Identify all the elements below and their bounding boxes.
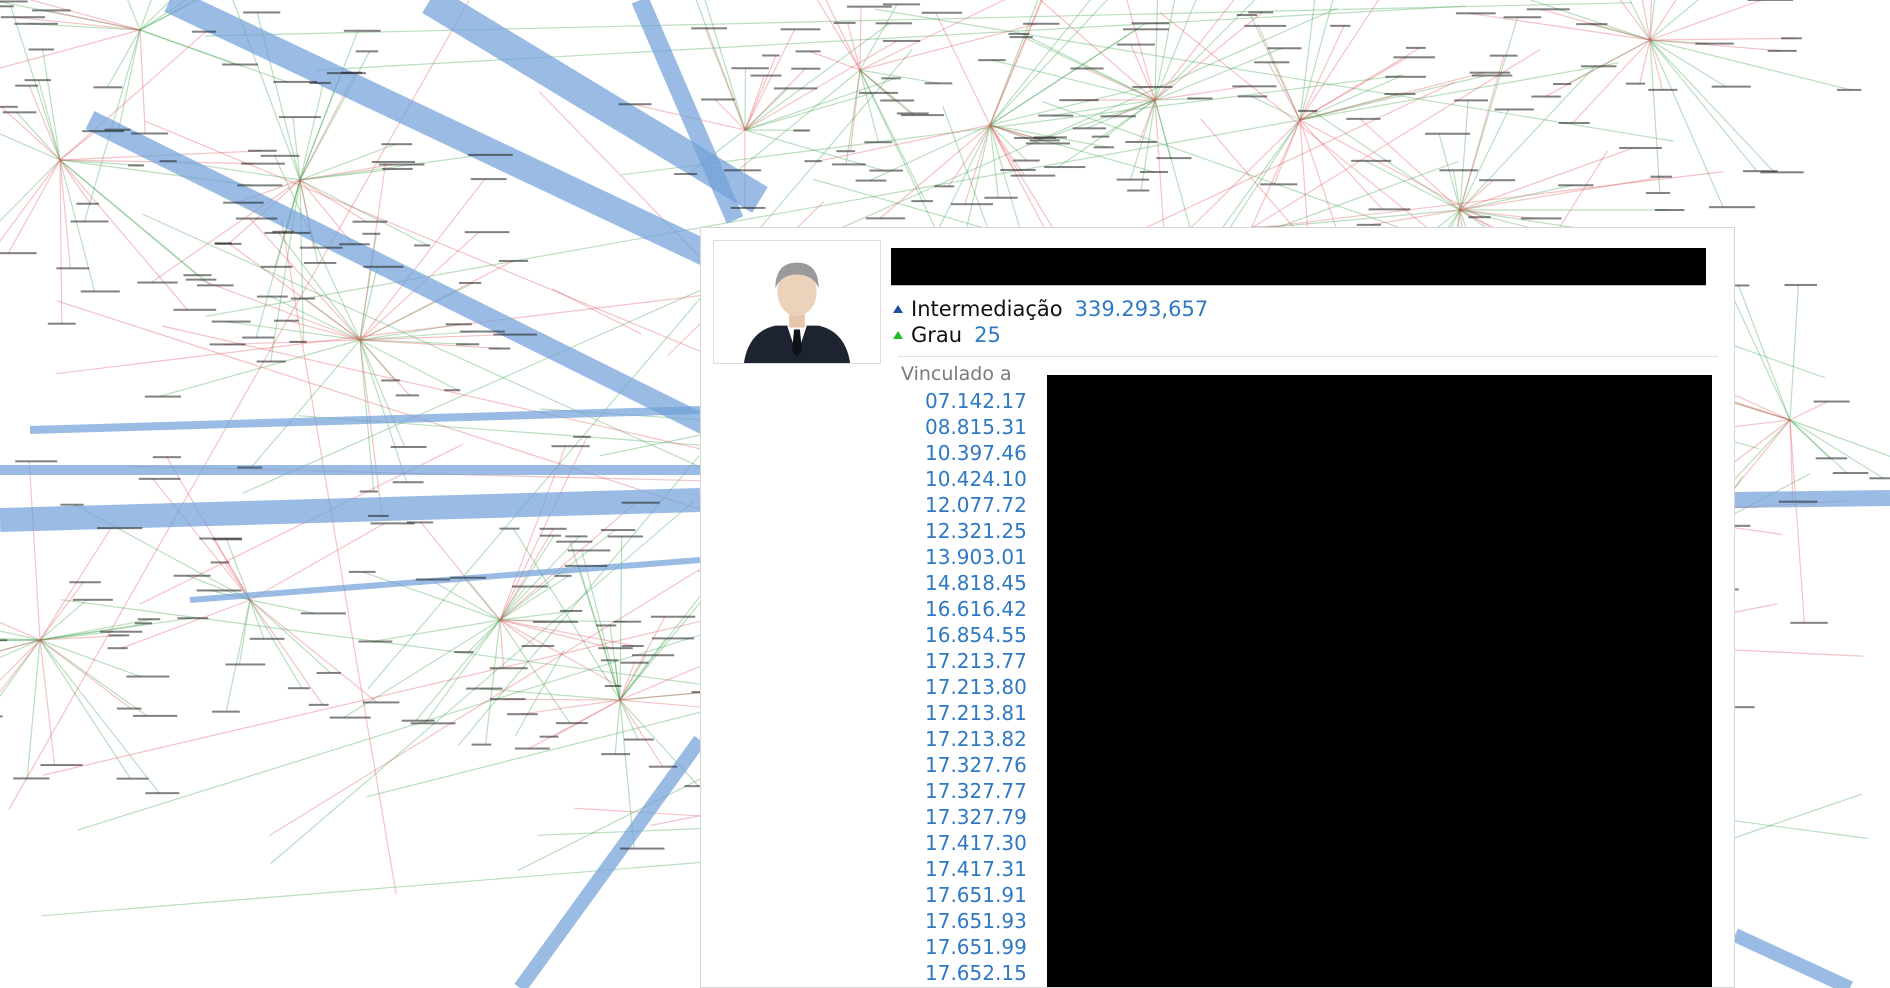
linked-item[interactable]: 13.903.01 <box>925 544 1027 570</box>
divider <box>898 356 1718 357</box>
linked-item[interactable]: 14.818.45 <box>925 570 1027 596</box>
node-info-popup: Intermediação 339.293,657 Grau 25 Vincul… <box>700 227 1735 988</box>
redacted-linked-names <box>1047 375 1712 987</box>
linked-item[interactable]: 17.652.15 <box>925 960 1027 986</box>
linked-item[interactable]: 16.854.55 <box>925 622 1027 648</box>
triangle-up-green-icon <box>893 331 903 339</box>
metric-value[interactable]: 339.293,657 <box>1075 296 1209 322</box>
metric-label: Intermediação <box>911 297 1063 321</box>
linked-item[interactable]: 12.077.72 <box>925 492 1027 518</box>
redacted-name <box>891 248 1706 286</box>
linked-item[interactable]: 17.327.79 <box>925 804 1027 830</box>
linked-title: Vinculado a <box>901 363 1012 385</box>
linked-item[interactable]: 07.142.17 <box>925 388 1027 414</box>
linked-item[interactable]: 16.616.42 <box>925 596 1027 622</box>
linked-item[interactable]: 17.651.93 <box>925 908 1027 934</box>
linked-item[interactable]: 17.213.81 <box>925 700 1027 726</box>
linked-item[interactable]: 12.321.25 <box>925 518 1027 544</box>
linked-list: 07.142.17 08.815.31 10.397.46 10.424.10 12.0… <box>925 388 1027 987</box>
linked-item[interactable]: 17.213.77 <box>925 648 1027 674</box>
metric-grau: Grau 25 <box>891 322 1208 348</box>
metrics: Intermediação 339.293,657 Grau 25 <box>891 296 1208 348</box>
metric-label: Grau <box>911 323 963 347</box>
linked-item[interactable]: 17.327.76 <box>925 752 1027 778</box>
linked-item[interactable]: 17.651.99 <box>925 934 1027 960</box>
metric-value[interactable]: 25 <box>974 322 1001 348</box>
linked-item[interactable]: 17.417.30 <box>925 830 1027 856</box>
linked-item[interactable]: 17.417.31 <box>925 856 1027 882</box>
avatar <box>713 240 881 364</box>
linked-item[interactable]: 17.213.80 <box>925 674 1027 700</box>
linked-item[interactable]: 10.424.10 <box>925 466 1027 492</box>
metric-intermediacao: Intermediação 339.293,657 <box>891 296 1208 322</box>
person-avatar-icon <box>743 262 851 363</box>
linked-item[interactable]: 17.327.77 <box>925 778 1027 804</box>
triangle-up-blue-icon <box>893 305 903 313</box>
linked-item[interactable]: 17.651.91 <box>925 882 1027 908</box>
linked-item[interactable]: 10.397.46 <box>925 440 1027 466</box>
linked-item[interactable]: 08.815.31 <box>925 414 1027 440</box>
linked-item[interactable]: 17.213.82 <box>925 726 1027 752</box>
